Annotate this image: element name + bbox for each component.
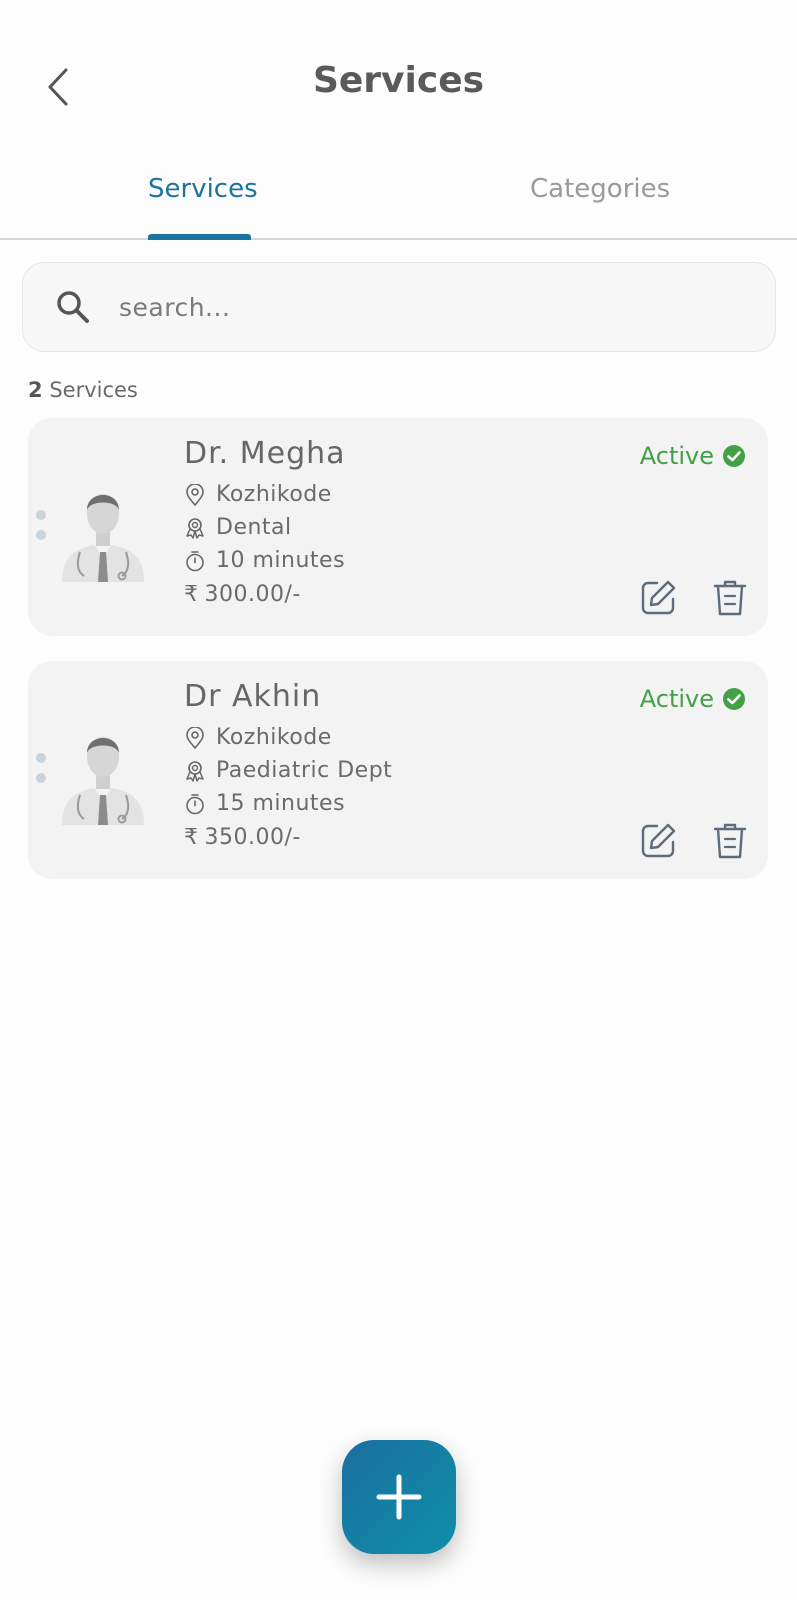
edit-icon [641, 823, 676, 858]
status-badge: Active [640, 685, 746, 713]
tab-bar: Services Categories [0, 160, 797, 240]
drag-handle-icon[interactable] [36, 510, 48, 550]
location-pin-icon [184, 726, 206, 749]
department-text: Dental [216, 515, 292, 540]
services-count: 2 Services [28, 378, 138, 402]
stopwatch-icon [184, 550, 206, 572]
search-icon [53, 287, 93, 327]
avatar [58, 715, 148, 827]
edit-button[interactable] [636, 576, 680, 620]
price-text: 350.00/- [204, 825, 301, 850]
services-count-label: Services [49, 378, 138, 402]
status-label: Active [639, 685, 714, 713]
page-title: Services [312, 60, 485, 101]
department-text: Paediatric Dept [216, 758, 393, 783]
tab-categories[interactable]: Categories [530, 174, 670, 204]
currency-symbol: ₹ [184, 582, 199, 607]
search-bar [22, 262, 776, 352]
trash-icon [713, 580, 747, 616]
app-header: Services [0, 0, 797, 170]
department-row: Dental [184, 515, 292, 540]
tab-services[interactable]: Services [148, 174, 258, 204]
search-input[interactable] [119, 292, 719, 322]
location-pin-icon [184, 483, 206, 506]
services-count-number: 2 [28, 378, 43, 402]
doctor-name: Dr. Megha [184, 436, 346, 471]
award-badge-icon [184, 517, 206, 539]
doctor-name: Dr Akhin [184, 679, 322, 714]
duration-text: 10 minutes [216, 548, 346, 573]
department-row: Paediatric Dept [184, 758, 392, 783]
duration-text: 15 minutes [216, 791, 346, 816]
price-row: ₹ 300.00/- [184, 582, 301, 607]
location-row: Kozhikode [184, 725, 332, 750]
stopwatch-icon [184, 793, 206, 815]
status-label: Active [639, 442, 714, 470]
service-card[interactable]: Dr Akhin Active Kozhikode Paediatric Dep… [28, 661, 768, 879]
status-badge: Active [640, 442, 746, 470]
plus-icon [376, 1474, 422, 1520]
active-tab-indicator [148, 234, 251, 240]
edit-button[interactable] [636, 819, 680, 863]
drag-handle-icon[interactable] [36, 753, 48, 793]
delete-button[interactable] [708, 819, 752, 863]
location-text: Kozhikode [216, 482, 332, 507]
check-circle-icon [723, 445, 745, 467]
avatar [58, 472, 148, 584]
location-row: Kozhikode [184, 482, 332, 507]
edit-icon [641, 580, 676, 615]
service-card[interactable]: Dr. Megha Active Kozhikode Dental 10 min… [28, 418, 768, 636]
currency-symbol: ₹ [184, 825, 199, 850]
price-text: 300.00/- [204, 582, 301, 607]
price-row: ₹ 350.00/- [184, 825, 301, 850]
delete-button[interactable] [708, 576, 752, 620]
check-circle-icon [723, 688, 745, 710]
duration-row: 15 minutes [184, 791, 345, 816]
trash-icon [713, 823, 747, 859]
add-service-button[interactable] [342, 1440, 456, 1554]
award-badge-icon [184, 760, 206, 782]
duration-row: 10 minutes [184, 548, 345, 573]
location-text: Kozhikode [216, 725, 332, 750]
